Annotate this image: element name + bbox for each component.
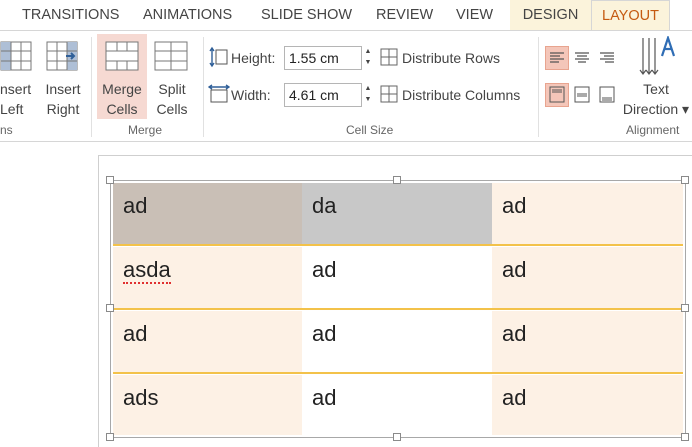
tab-design[interactable]: DESIGN [510,0,591,30]
tab-slide-show[interactable]: SLIDE SHOW [261,0,352,30]
resize-handle[interactable] [681,433,689,441]
text-direction-icon[interactable] [639,34,676,83]
insert-left-icon[interactable] [0,40,32,77]
table-selection-frame[interactable] [110,180,686,438]
resize-handle[interactable] [106,176,114,184]
group-separator [538,37,539,137]
chevron-down-icon: ▾ [682,101,690,117]
distribute-rows-button[interactable]: Distribute Rows [402,48,500,68]
tab-view[interactable]: VIEW [456,0,493,30]
height-label: Height: [231,50,276,66]
tab-layout[interactable]: LAYOUT [591,0,670,30]
group-separator [91,37,92,137]
width-icon [207,84,231,109]
split-cells-icon[interactable] [154,40,188,77]
distribute-columns-icon[interactable] [379,84,399,109]
align-left-icon [550,52,564,63]
resize-handle[interactable] [681,304,689,312]
resize-handle[interactable] [106,304,114,312]
resize-handle[interactable] [681,176,689,184]
height-icon [209,46,229,73]
distribute-rows-icon[interactable] [379,47,399,72]
group-separator [203,37,204,137]
align-bottom-button[interactable] [595,83,619,107]
rows-columns-group-label: ns [0,123,13,137]
align-left-button[interactable] [545,46,569,70]
align-right-button[interactable] [595,46,619,70]
tab-review[interactable]: REVIEW [376,0,433,30]
merge-cells-icon [105,40,139,77]
resize-handle[interactable] [393,433,401,441]
height-input[interactable]: 1.55 cm [284,46,362,70]
insert-right-label[interactable]: Insert Right [42,79,84,119]
tab-transitions[interactable]: TRANSITIONS [22,0,119,30]
resize-handle[interactable] [106,433,114,441]
align-center-button[interactable] [570,46,594,70]
merge-cells-label[interactable]: Merge Cells [97,79,147,119]
align-right-icon [600,52,614,63]
insert-left-label[interactable]: nsert Left [0,79,34,119]
align-bottom-icon [599,86,615,103]
resize-handle[interactable] [393,176,401,184]
width-input[interactable]: 4.61 cm [284,83,362,107]
width-spinner[interactable]: ▲ ▼ [361,83,375,107]
align-middle-button[interactable] [570,83,594,107]
align-middle-icon [574,86,590,103]
align-top-button[interactable] [545,83,569,107]
height-spinner[interactable]: ▲ ▼ [361,46,375,70]
ribbon: nsert Left Insert Right ns Merge Cells S… [0,30,692,142]
alignment-group-label: Alignment [626,123,680,137]
insert-right-icon[interactable] [46,40,80,77]
align-top-icon [549,86,565,103]
width-label: Width: [231,87,271,103]
tab-animations[interactable]: ANIMATIONS [143,0,232,30]
ribbon-tabs: TRANSITIONS ANIMATIONS SLIDE SHOW REVIEW… [0,0,692,30]
cell-size-group-label: Cell Size [346,123,394,137]
distribute-columns-button[interactable]: Distribute Columns [402,85,520,105]
align-center-icon [575,52,589,63]
split-cells-label[interactable]: Split Cells [149,79,195,119]
text-direction-label[interactable]: Text Direction ▾ [620,79,692,119]
merge-group-label: Merge [128,123,163,137]
